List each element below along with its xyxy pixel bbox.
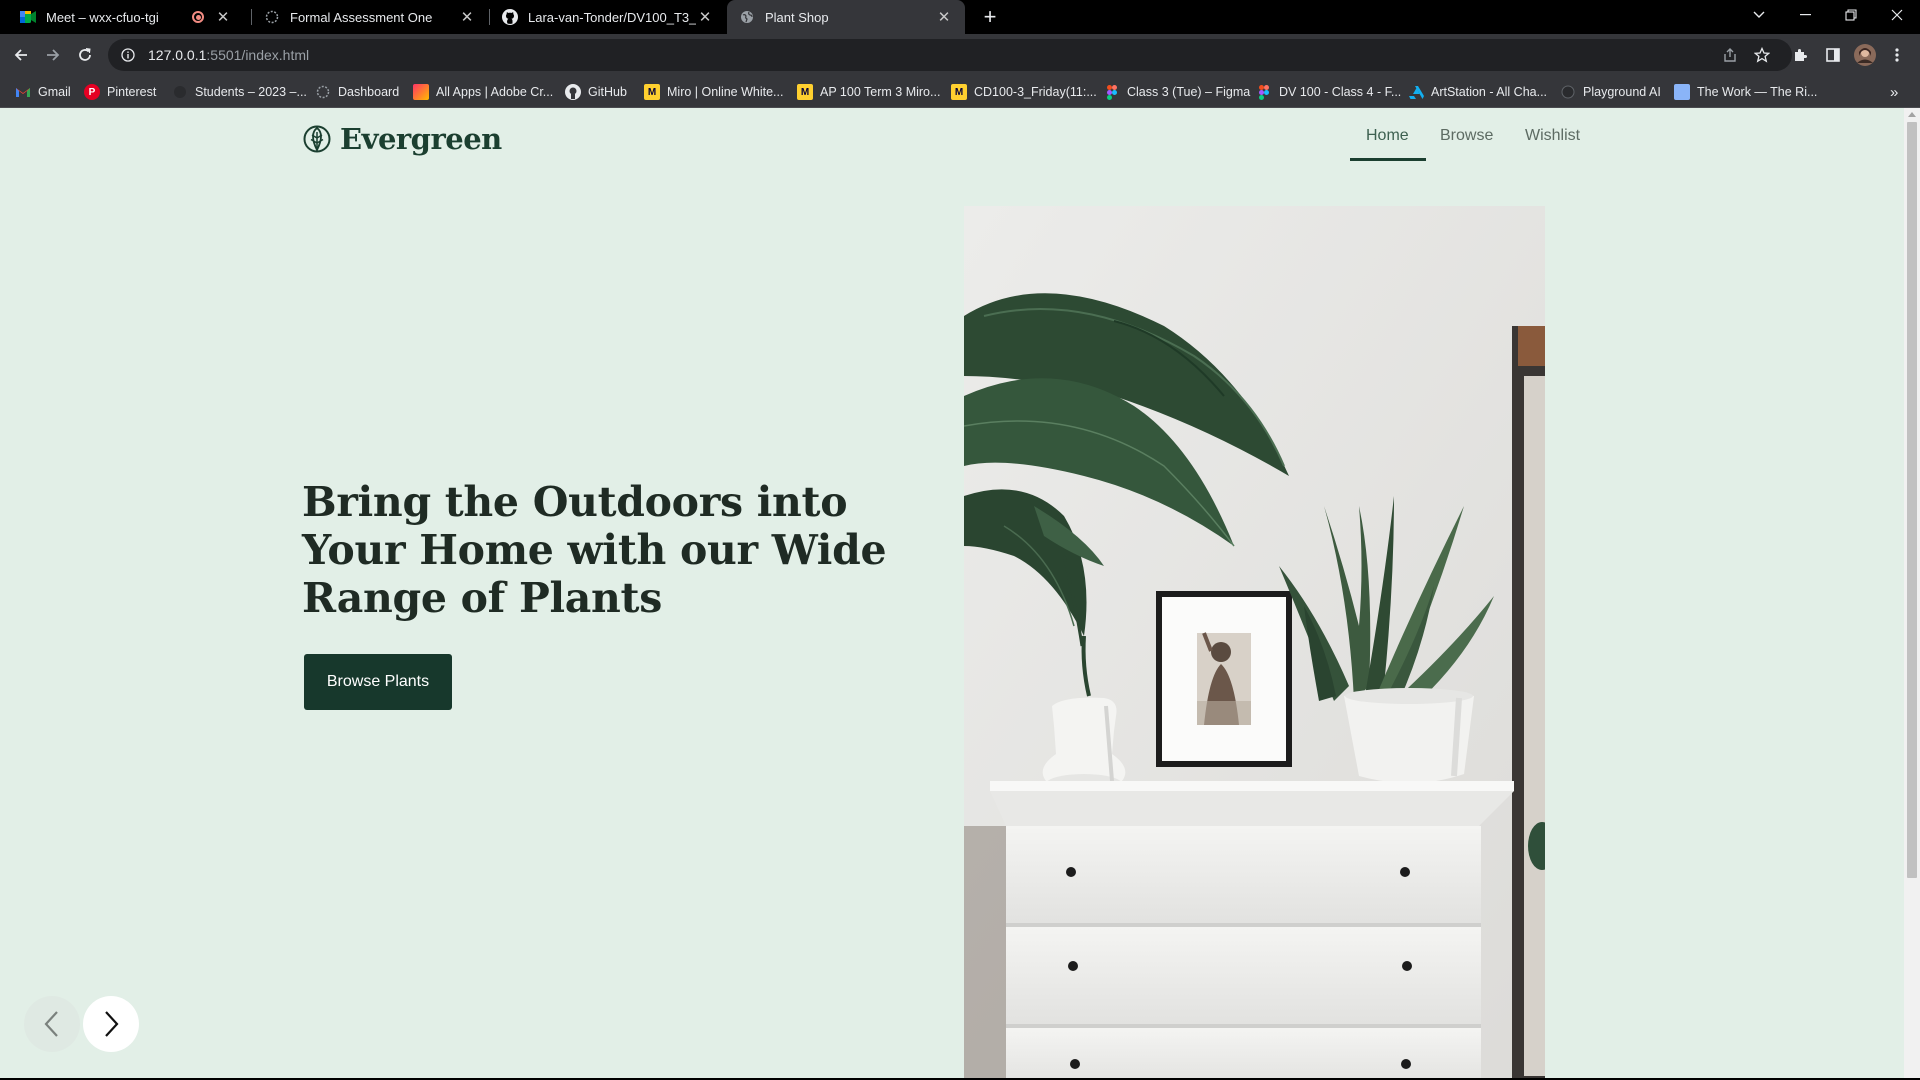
share-icon bbox=[1724, 48, 1736, 62]
more-vertical-icon bbox=[1895, 48, 1899, 62]
chevron-left-icon bbox=[44, 1011, 58, 1037]
scroll-thumb[interactable] bbox=[1907, 122, 1917, 878]
close-window-button[interactable] bbox=[1874, 0, 1920, 30]
active-nav-indicator bbox=[1350, 158, 1426, 161]
bookmark-miro[interactable]: M Miro | Online White... bbox=[644, 76, 783, 108]
share-button[interactable] bbox=[1715, 40, 1745, 70]
reload-button[interactable] bbox=[70, 40, 100, 70]
tab-search-button[interactable] bbox=[1736, 0, 1782, 30]
site-logo[interactable]: Evergreen bbox=[302, 122, 502, 156]
page-scrollbar[interactable] bbox=[1904, 108, 1920, 1078]
artstation-icon bbox=[1408, 84, 1424, 100]
chevron-right-icon bbox=[105, 1011, 119, 1037]
bookmark-star-button[interactable] bbox=[1747, 40, 1777, 70]
miro-icon: M bbox=[797, 84, 813, 100]
google-meet-icon bbox=[20, 9, 36, 25]
star-icon bbox=[1754, 47, 1770, 63]
tab-meet[interactable]: Meet – wxx-cfuo-tgi ✕ bbox=[8, 0, 244, 34]
bookmark-the-work[interactable]: The Work — The Ri... bbox=[1674, 76, 1817, 108]
image-icon bbox=[1674, 84, 1690, 100]
bookmark-playground-ai[interactable]: Playground AI bbox=[1560, 76, 1661, 108]
tab-plant-shop[interactable]: Plant Shop ✕ bbox=[727, 0, 965, 34]
figma-icon bbox=[1104, 84, 1120, 100]
miro-icon: M bbox=[951, 84, 967, 100]
hero-image bbox=[964, 206, 1545, 1078]
scroll-up-arrow[interactable] bbox=[1908, 112, 1916, 117]
bookmark-gmail[interactable]: Gmail bbox=[15, 76, 71, 108]
back-button[interactable] bbox=[6, 40, 36, 70]
hero-title: Bring the Outdoors into Your Home with o… bbox=[302, 478, 887, 622]
tab-title: Plant Shop bbox=[765, 9, 829, 25]
plant-dresser-photo bbox=[964, 206, 1545, 1078]
side-panel-button[interactable] bbox=[1818, 40, 1848, 70]
adobe-cc-icon bbox=[413, 84, 429, 100]
close-icon[interactable]: ✕ bbox=[458, 8, 476, 26]
extensions-button[interactable] bbox=[1786, 40, 1816, 70]
github-icon bbox=[502, 9, 518, 25]
circle-icon bbox=[172, 84, 188, 100]
new-tab-button[interactable]: + bbox=[975, 2, 1005, 32]
tab-strip: Meet – wxx-cfuo-tgi ✕ Formal Assessment … bbox=[0, 0, 1920, 34]
address-bar[interactable]: 127.0.0.1:5501/index.html bbox=[108, 39, 1792, 71]
puzzle-icon bbox=[1795, 49, 1807, 61]
close-icon[interactable]: ✕ bbox=[214, 8, 232, 26]
tab-title: Formal Assessment One bbox=[290, 9, 433, 25]
loading-circle-icon bbox=[315, 84, 331, 100]
bookmark-class3-figma[interactable]: Class 3 (Tue) – Figma bbox=[1104, 76, 1250, 108]
arrow-right-icon bbox=[47, 49, 60, 61]
url-text: 127.0.0.1:5501/index.html bbox=[148, 47, 310, 63]
bookmark-ap100[interactable]: M AP 100 Term 3 Miro... bbox=[797, 76, 940, 108]
nav-wishlist[interactable]: Wishlist bbox=[1525, 127, 1580, 145]
miro-icon: M bbox=[644, 84, 660, 100]
page-viewport: Evergreen Home Browse Wishlist Bring the… bbox=[0, 108, 1904, 1078]
bookmark-pinterest[interactable]: P Pinterest bbox=[84, 76, 156, 108]
bookmark-cd100[interactable]: M CD100-3_Friday(11:... bbox=[951, 76, 1097, 108]
carousel-next-button[interactable] bbox=[83, 996, 139, 1052]
browser-toolbar: 127.0.0.1:5501/index.html bbox=[0, 34, 1920, 76]
bookmarks-bar: Gmail P Pinterest Students – 2023 –... D… bbox=[0, 76, 1920, 108]
menu-button[interactable] bbox=[1882, 40, 1912, 70]
bookmark-dashboard[interactable]: Dashboard bbox=[315, 76, 399, 108]
carousel-prev-button[interactable] bbox=[24, 996, 80, 1052]
browse-plants-button[interactable]: Browse Plants bbox=[304, 654, 452, 710]
tab-github[interactable]: Lara-van-Tonder/DV100_T3_Form ✕ bbox=[490, 0, 726, 34]
bookmark-adobe[interactable]: All Apps | Adobe Cr... bbox=[413, 76, 553, 108]
profile-avatar[interactable] bbox=[1850, 40, 1880, 70]
leaf-logo-icon bbox=[303, 125, 331, 153]
close-icon[interactable]: ✕ bbox=[696, 8, 714, 26]
reload-icon bbox=[79, 48, 91, 61]
bookmark-github[interactable]: GitHub bbox=[565, 76, 627, 108]
bookmark-students[interactable]: Students – 2023 –... bbox=[172, 76, 307, 108]
brand-name: Evergreen bbox=[340, 122, 502, 156]
tab-title: Meet – wxx-cfuo-tgi bbox=[46, 9, 159, 25]
github-icon bbox=[565, 84, 581, 100]
loading-circle-icon bbox=[264, 9, 280, 25]
bookmark-artstation[interactable]: ArtStation - All Cha... bbox=[1408, 76, 1547, 108]
forward-button[interactable] bbox=[38, 40, 68, 70]
pinterest-icon: P bbox=[84, 84, 100, 100]
more-bookmarks-button[interactable]: » bbox=[1890, 76, 1898, 108]
gmail-icon bbox=[15, 84, 31, 100]
nav-browse[interactable]: Browse bbox=[1440, 127, 1493, 145]
close-icon[interactable]: ✕ bbox=[935, 8, 953, 26]
restore-button[interactable] bbox=[1828, 0, 1874, 30]
recording-icon bbox=[192, 11, 204, 23]
tab-title: Lara-van-Tonder/DV100_T3_Form bbox=[528, 9, 696, 25]
arrow-left-icon bbox=[14, 49, 27, 61]
circle-icon bbox=[1560, 84, 1576, 100]
minimize-button[interactable] bbox=[1782, 0, 1828, 30]
figma-icon bbox=[1256, 84, 1272, 100]
bookmark-dv100-figma[interactable]: DV 100 - Class 4 - F... bbox=[1256, 76, 1401, 108]
tab-formal-assessment[interactable]: Formal Assessment One ✕ bbox=[252, 0, 488, 34]
site-info-icon[interactable] bbox=[120, 47, 136, 63]
nav-home[interactable]: Home bbox=[1366, 127, 1409, 145]
globe-icon bbox=[739, 9, 755, 25]
side-panel-icon bbox=[1826, 48, 1840, 62]
avatar-icon bbox=[1854, 44, 1876, 66]
